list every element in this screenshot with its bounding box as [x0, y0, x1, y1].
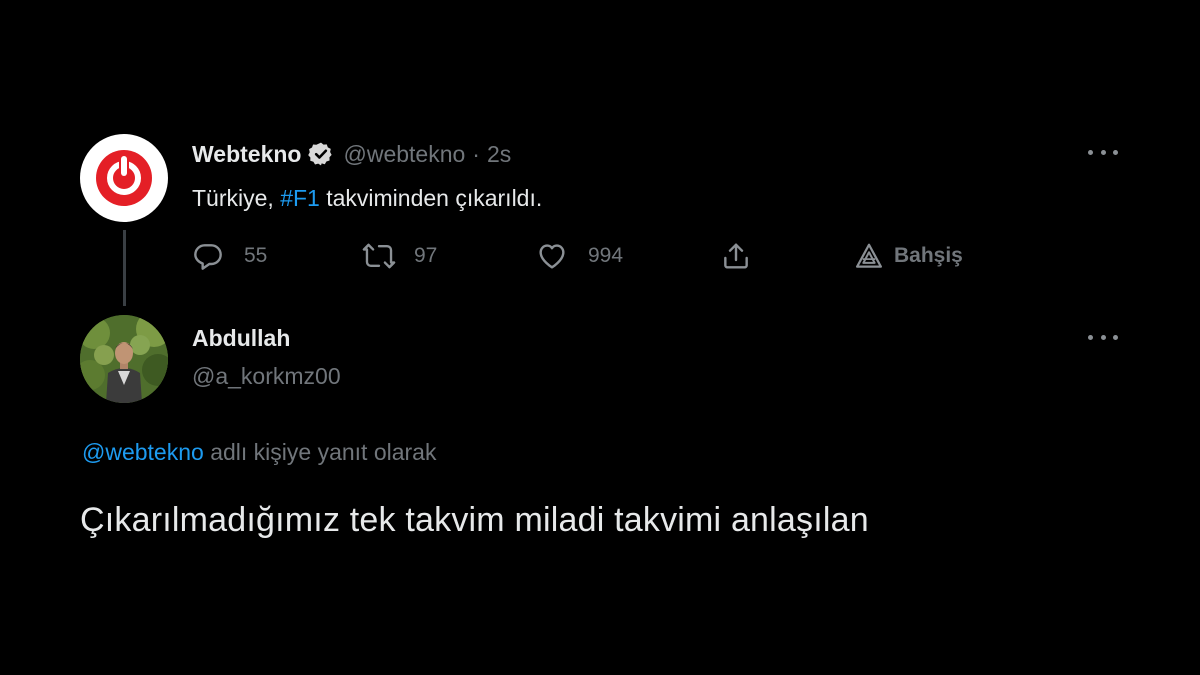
reply-count: 55 [244, 244, 268, 267]
user-avatar[interactable] [80, 315, 168, 403]
user-photo [80, 315, 168, 403]
retweet-icon [362, 243, 396, 269]
author-handle[interactable]: @webtekno [343, 141, 465, 168]
heart-icon [539, 244, 565, 269]
separator-dot: · [472, 140, 480, 167]
power-icon [96, 150, 152, 206]
tweet-time[interactable]: 2s [487, 141, 511, 168]
reply-author-name[interactable]: Abdullah [192, 325, 290, 352]
share-icon [724, 243, 748, 269]
tweet-text-after: takviminden çıkarıldı. [319, 185, 543, 211]
retweet-button[interactable]: 97 [362, 238, 437, 274]
replying-to: @webtekno adlı kişiye yanıt olarak [82, 439, 436, 466]
tip-label: Bahşiş [894, 244, 963, 267]
replying-to-mention[interactable]: @webtekno [82, 439, 204, 465]
more-icon[interactable] [1088, 145, 1118, 159]
thread-line [123, 230, 126, 306]
share-button[interactable] [720, 238, 752, 274]
retweet-count: 97 [414, 244, 438, 267]
hashtag-link[interactable]: #F1 [280, 185, 320, 211]
tip-icon [856, 243, 882, 268]
reply-icon [194, 244, 222, 270]
verified-badge-icon [308, 141, 334, 167]
tweet-text-before: Türkiye, [192, 185, 281, 211]
reply-tweet[interactable]: Abdullah @a_korkmz00 @webtekno adlı kişi… [80, 315, 1130, 575]
tweet-header: Webtekno @webtekno · 2s [192, 140, 511, 168]
original-tweet[interactable]: Webtekno @webtekno · 2s Türkiye, #F1 tak… [80, 130, 1130, 310]
more-icon[interactable] [1088, 330, 1118, 344]
tweet-actions: 55 97 994 Bahşiş [192, 238, 1092, 274]
like-count: 994 [588, 244, 624, 267]
reply-button[interactable]: 55 [192, 238, 267, 274]
reply-author-handle[interactable]: @a_korkmz00 [192, 363, 341, 390]
author-name[interactable]: Webtekno [192, 141, 301, 168]
replying-to-suffix: adlı kişiye yanıt olarak [203, 439, 437, 465]
tip-button[interactable]: Bahşiş [854, 238, 963, 274]
webtekno-avatar[interactable] [80, 134, 168, 222]
tweet-text: Türkiye, #F1 takviminden çıkarıldı. [192, 185, 542, 212]
like-button[interactable]: 994 [536, 238, 623, 274]
reply-text: Çıkarılmadığımız tek takvim miladi takvi… [80, 501, 869, 539]
